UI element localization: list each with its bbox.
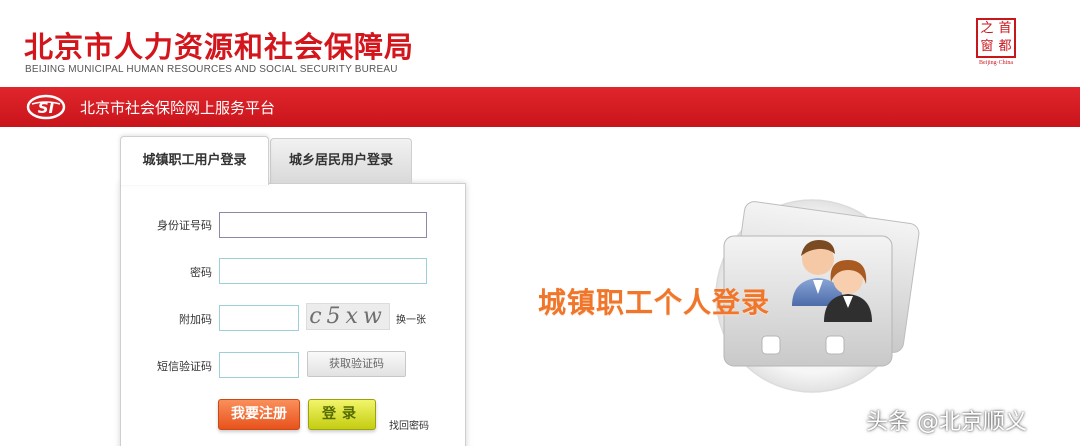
extra-code-input[interactable] (219, 305, 299, 331)
bureau-title: 北京市人力资源和社会保障局 (24, 30, 415, 64)
extra-code-label: 附加码 (179, 313, 212, 326)
seal-box: 之 首 窗 都 (976, 18, 1016, 58)
page: 北京市人力资源和社会保障局 BEIJING MUNICIPAL HUMAN RE… (0, 0, 1080, 446)
capital-seal-logo: 之 首 窗 都 Beijing·China (972, 18, 1020, 70)
sms-code-input[interactable] (219, 352, 299, 378)
forgot-password-link[interactable]: 找回密码 (389, 417, 429, 432)
captcha-image[interactable]: c5xw (306, 303, 390, 330)
seal-caption: Beijing·China (979, 60, 1013, 66)
id-number-input[interactable] (219, 212, 427, 238)
seal-char: 首 (998, 21, 1012, 36)
login-button[interactable]: 登录 (308, 399, 376, 430)
sms-code-label: 短信验证码 (157, 360, 212, 373)
get-sms-code-button[interactable]: 获取验证码 (307, 351, 406, 377)
id-number-label: 身份证号码 (157, 219, 212, 232)
tab-resident-login[interactable]: 城乡居民用户登录 (270, 138, 412, 183)
tab-employee-login[interactable]: 城镇职工用户登录 (120, 136, 269, 185)
bureau-title-en: BEIJING MUNICIPAL HUMAN RESOURCES AND SO… (25, 64, 398, 75)
seal-char: 都 (998, 39, 1012, 54)
svg-text:SI: SI (38, 99, 55, 117)
seal-char: 之 (980, 21, 994, 36)
password-label: 密码 (190, 266, 212, 279)
employee-login-promo-text: 城镇职工个人登录 (538, 286, 771, 319)
register-button[interactable]: 我要注册 (218, 399, 300, 430)
password-input[interactable] (219, 258, 427, 284)
platform-banner: SI 北京市社会保险网上服务平台 (0, 87, 1080, 127)
watermark: 头条 @北京顺义 (866, 410, 1027, 435)
platform-title: 北京市社会保险网上服务平台 (80, 99, 276, 117)
social-insurance-logo-icon: SI (26, 94, 66, 120)
site-header: 北京市人力资源和社会保障局 BEIJING MUNICIPAL HUMAN RE… (0, 0, 1080, 86)
seal-char: 窗 (980, 39, 994, 54)
change-captcha-link[interactable]: 换一张 (396, 311, 426, 326)
